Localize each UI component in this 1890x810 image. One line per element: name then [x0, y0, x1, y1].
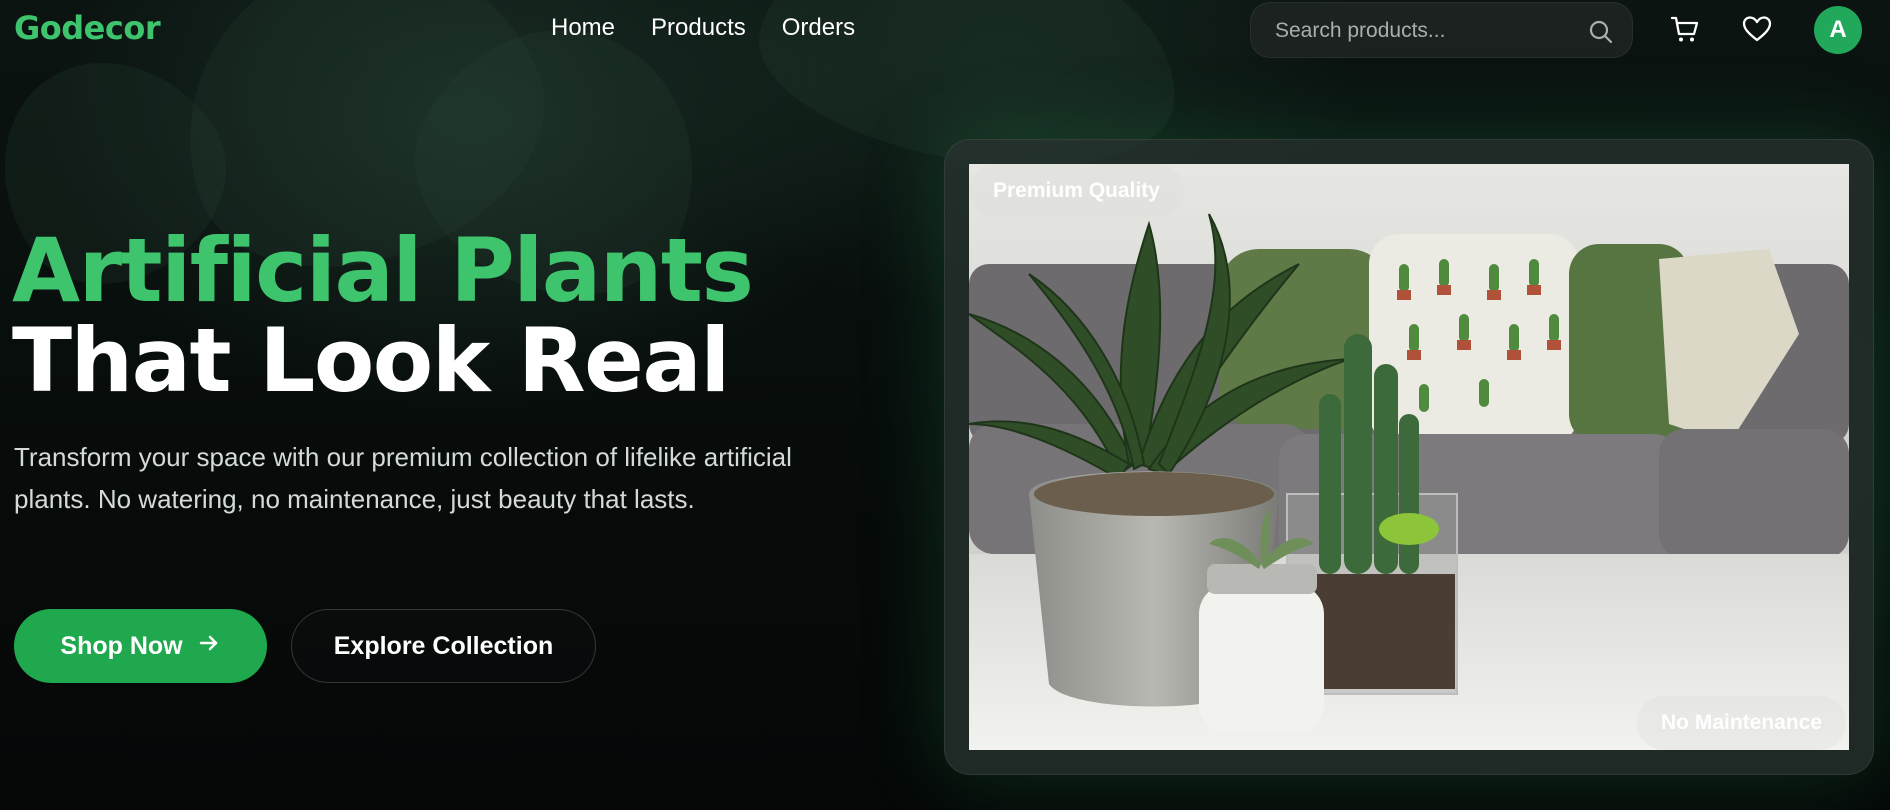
brand-logo[interactable]: Godecor — [14, 9, 161, 47]
hero-title: Artificial Plants That Look Real — [12, 219, 754, 412]
top-navbar: Godecor Home Products Orders Search prod… — [0, 0, 1890, 60]
heart-icon[interactable] — [1741, 13, 1773, 50]
hero-description: Transform your space with our premium co… — [14, 442, 792, 514]
hero-title-line2: That Look Real — [12, 309, 730, 412]
showcase-photo — [969, 164, 1849, 750]
plants-on-table-illustration — [969, 164, 1849, 750]
explore-collection-label: Explore Collection — [333, 631, 554, 660]
search-input[interactable] — [1251, 3, 1571, 59]
premium-quality-badge: Premium Quality — [969, 164, 1184, 218]
nav-links: Home Products Orders — [551, 14, 855, 42]
arrow-right-icon — [197, 631, 221, 662]
nav-link-products[interactable]: Products — [651, 14, 746, 42]
no-maintenance-badge: No Maintenance — [1637, 696, 1847, 750]
page: Godecor Home Products Orders Search prod… — [0, 0, 1890, 810]
user-avatar[interactable]: A — [1814, 6, 1862, 54]
nav-link-home[interactable]: Home — [551, 14, 615, 42]
hero-title-line1: Artificial Plants — [12, 219, 754, 322]
shop-now-button[interactable]: Shop Now — [14, 609, 267, 683]
explore-collection-button[interactable]: Explore Collection — [291, 609, 596, 683]
nav-link-orders[interactable]: Orders — [782, 14, 855, 42]
shop-now-label: Shop Now — [60, 631, 183, 660]
search-bar — [1250, 2, 1633, 59]
cart-icon[interactable] — [1669, 13, 1701, 50]
search-icon[interactable] — [1588, 19, 1614, 50]
